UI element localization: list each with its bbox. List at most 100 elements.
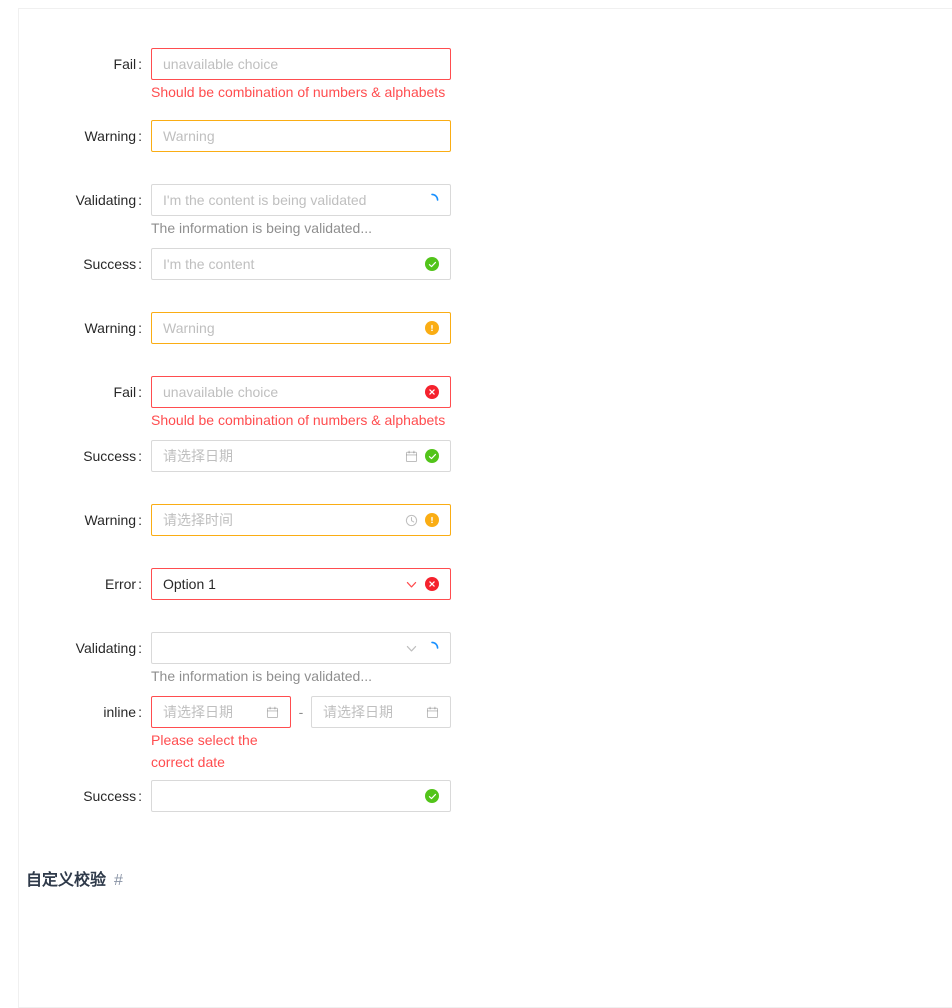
inline-daterange-separator: - <box>298 704 304 720</box>
validating-input-suffix <box>425 193 439 207</box>
form-label-success-input: Success: <box>19 248 151 280</box>
success-check-icon <box>425 789 439 803</box>
form-label-validating-input: Validating: <box>19 184 151 216</box>
label-text: inline <box>103 704 137 720</box>
validating-input-field[interactable]: I'm the content is being validated <box>151 184 451 216</box>
label-text: Error <box>104 576 137 592</box>
inline-daterange-end-placeholder: 请选择日期 <box>323 704 393 720</box>
fail-icon-input-suffix <box>425 385 439 399</box>
label-colon: : <box>138 384 142 400</box>
success-empty-input-suffix <box>425 789 439 803</box>
form-row-warning-timepicker: Warning: 请选择时间 <box>19 504 939 536</box>
label-colon: : <box>138 128 142 144</box>
form-control-fail-icon-input: unavailable choice Should be combination… <box>151 376 451 431</box>
warning-icon-input-placeholder: Warning <box>163 320 215 336</box>
label-colon: : <box>138 192 142 208</box>
success-datepicker-placeholder: 请选择日期 <box>163 448 233 464</box>
label-colon: : <box>138 640 142 656</box>
chevron-down-icon[interactable] <box>404 641 418 655</box>
label-colon: : <box>138 320 142 336</box>
label-colon: : <box>138 576 142 592</box>
inline-daterange-start-field[interactable]: 请选择日期 <box>151 696 291 728</box>
success-empty-input-field[interactable] <box>151 780 451 812</box>
label-text: Success <box>83 448 137 464</box>
warning-icon-input-field[interactable]: Warning <box>151 312 451 344</box>
label-text: Warning <box>84 512 137 528</box>
label-text: Warning <box>84 320 137 336</box>
warning-input-field[interactable]: Warning <box>151 120 451 152</box>
form-control-success-datepicker: 请选择日期 <box>151 440 451 472</box>
success-input-field[interactable]: I'm the content <box>151 248 451 280</box>
validating-select-suffix <box>404 641 439 655</box>
validating-input-help-message: The information is being validated... <box>151 220 373 236</box>
inline-daterange-end-column: 请选择日期 <box>311 696 451 728</box>
form-control-warning-input: Warning <box>151 120 451 152</box>
calendar-icon[interactable] <box>265 705 279 719</box>
warning-timepicker-field[interactable]: 请选择时间 <box>151 504 451 536</box>
label-colon: : <box>138 512 142 528</box>
form-control-fail-input: unavailable choice Should be combination… <box>151 48 451 103</box>
form-label-success-empty-input: Success: <box>19 780 151 812</box>
validating-input-placeholder: I'm the content is being validated <box>163 192 367 208</box>
form-label-fail-icon-input: Fail: <box>19 376 151 408</box>
label-colon: : <box>138 788 142 804</box>
inline-daterange-start-column: 请选择日期 Please select the correct date <box>151 696 291 773</box>
form-control-warning-timepicker: 请选择时间 <box>151 504 451 536</box>
form-control-inline-daterange: 请选择日期 Please select the correct date - 请… <box>151 696 571 773</box>
error-select-field[interactable]: Option 1 <box>151 568 451 600</box>
label-text: Validating <box>75 192 137 208</box>
warning-icon-input-suffix <box>425 321 439 335</box>
label-text: Validating <box>75 640 137 656</box>
form-row-warning-input: Warning: Warning <box>19 120 939 152</box>
fail-input-placeholder: unavailable choice <box>163 56 279 72</box>
clock-icon[interactable] <box>404 513 418 527</box>
form-control-success-input: I'm the content <box>151 248 451 280</box>
form-card: Fail: unavailable choice Should be combi… <box>18 8 952 1008</box>
form-row-success-datepicker: Success: 请选择日期 <box>19 440 939 472</box>
custom-validation-heading: 自定义校验 # <box>26 866 123 890</box>
warning-exclamation-icon <box>425 513 439 527</box>
success-datepicker-suffix <box>404 449 439 463</box>
label-text: Success <box>83 256 137 272</box>
label-colon: : <box>138 704 142 720</box>
form-label-inline-daterange: inline: <box>19 696 151 728</box>
form-control-warning-icon-input: Warning <box>151 312 451 344</box>
inline-daterange-start-placeholder: 请选择日期 <box>163 704 233 720</box>
calendar-icon[interactable] <box>425 705 439 719</box>
form-label-warning-input: Warning: <box>19 120 151 152</box>
success-check-icon <box>425 449 439 463</box>
chevron-down-icon[interactable] <box>404 577 418 591</box>
fail-icon-input-field[interactable]: unavailable choice <box>151 376 451 408</box>
label-colon: : <box>138 448 142 464</box>
fail-icon-input-placeholder: unavailable choice <box>163 384 279 400</box>
success-input-suffix <box>425 257 439 271</box>
label-text: Fail <box>113 56 137 72</box>
label-colon: : <box>138 56 142 72</box>
form-row-success-empty-input: Success: <box>19 780 939 812</box>
form-label-warning-timepicker: Warning: <box>19 504 151 536</box>
error-select-suffix <box>404 577 439 591</box>
form-label-success-datepicker: Success: <box>19 440 151 472</box>
form-row-inline-daterange: inline: 请选择日期 Please select the correct … <box>19 696 939 773</box>
validating-select-help-message: The information is being validated... <box>151 668 373 684</box>
label-text: Warning <box>84 128 137 144</box>
fail-input-error-message: Should be combination of numbers & alpha… <box>151 84 446 100</box>
form-control-validating-input: I'm the content is being validated The i… <box>151 184 451 239</box>
calendar-icon[interactable] <box>404 449 418 463</box>
success-datepicker-field[interactable]: 请选择日期 <box>151 440 451 472</box>
warning-timepicker-placeholder: 请选择时间 <box>163 512 233 528</box>
inline-daterange-end-field[interactable]: 请选择日期 <box>311 696 451 728</box>
success-input-placeholder: I'm the content <box>163 256 255 272</box>
success-check-icon <box>425 257 439 271</box>
inline-daterange-start-suffix <box>265 705 279 719</box>
loading-spinner-icon <box>425 641 439 655</box>
fail-input-field[interactable]: unavailable choice <box>151 48 451 80</box>
validating-select-field[interactable] <box>151 632 451 664</box>
form-control-error-select: Option 1 <box>151 568 451 600</box>
warning-input-placeholder: Warning <box>163 128 215 144</box>
form-label-warning-icon-input: Warning: <box>19 312 151 344</box>
form-row-error-select: Error: Option 1 <box>19 568 939 600</box>
inline-daterange-end-suffix <box>425 705 439 719</box>
form-label-fail-input: Fail: <box>19 48 151 80</box>
form-label-validating-select: Validating: <box>19 632 151 664</box>
